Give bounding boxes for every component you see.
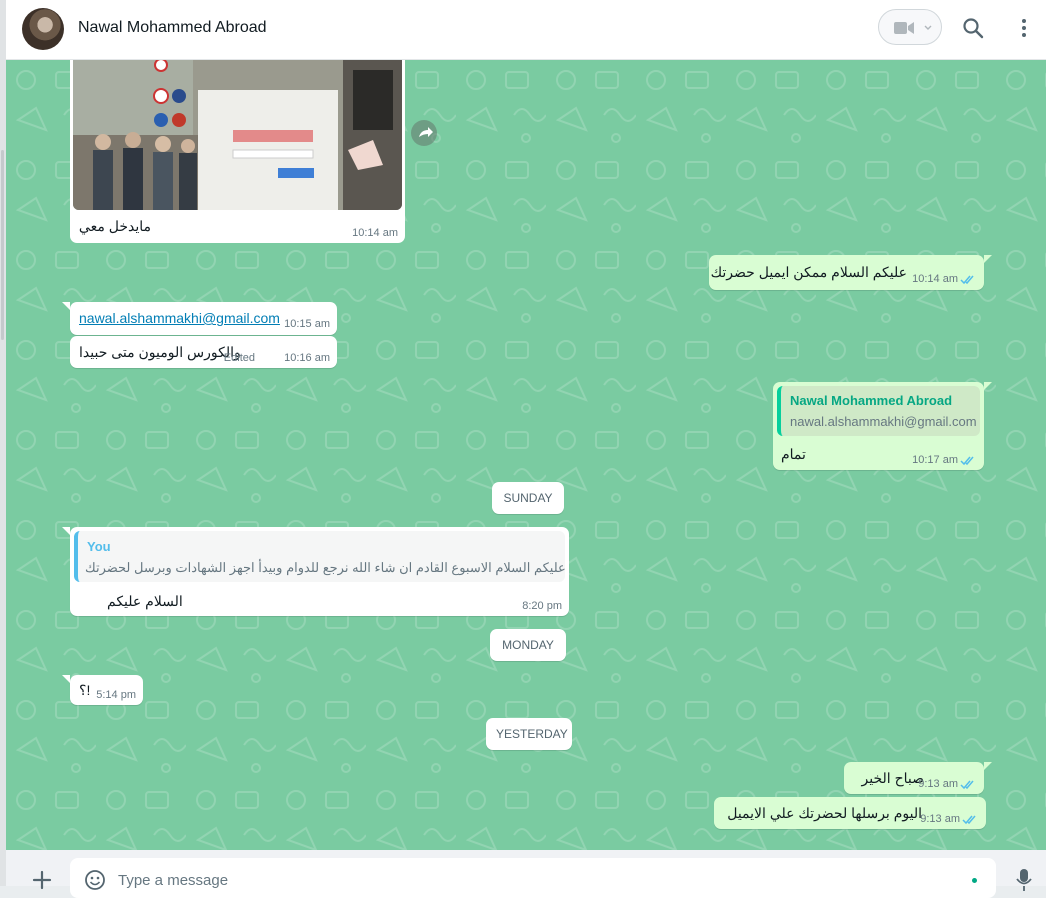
message-text: عليكم السلام ممكن ايميل حضرتك [710,264,907,280]
message-photo[interactable] [73,60,402,210]
message-text: صباح الخير [861,770,924,786]
menu-icon[interactable] [1012,16,1036,40]
quoted-sender: Nawal Mohammed Abroad [790,393,953,408]
video-camera-icon [894,22,914,34]
incoming-message[interactable]: والكورس الوميون متى حبيدا Edited 10:16 a… [70,336,337,368]
date-divider: YESTERDAY [486,718,572,750]
image-caption: مايدخل معي [78,218,151,234]
outgoing-reply-message[interactable]: Nawal Mohammed Abroad nawal.alshammakhi@… [773,382,992,470]
message-text: والكورس الوميون متى حبيدا [79,344,241,360]
quoted-text: عليكم السلام الاسبوع القادم ان شاء الله … [85,560,566,575]
outgoing-message[interactable]: صباح الخير 9:13 am [844,762,992,794]
photo-content [73,60,402,210]
double-check-icon [960,456,974,466]
bubble-tail [984,762,992,770]
message-time: 10:17 am [912,454,958,466]
message-time: 10:16 am [284,352,330,364]
bubble-tail [62,302,70,310]
message-input-box[interactable] [70,858,996,898]
video-call-button[interactable] [878,9,942,45]
quoted-sender: You [87,539,111,554]
forward-button[interactable] [411,120,437,146]
chat-app: Nawal Mohammed Abroad مايدخل معي 10:14 a… [6,0,1046,898]
bubble-tail [984,382,992,390]
contact-name[interactable]: Nawal Mohammed Abroad [78,19,267,37]
double-check-icon [960,780,974,790]
status-dot [972,878,977,883]
message-text: السلام عليكم [107,593,183,609]
chevron-down-icon [924,25,932,30]
double-check-icon [962,815,976,825]
search-icon[interactable] [961,16,985,40]
message-time: 9:13 am [920,813,960,825]
forward-icon [419,127,433,137]
quoted-text: nawal.alshammakhi@gmail.com [790,414,977,429]
message-time: 5:14 pm [96,689,136,701]
outgoing-message[interactable]: اليوم برسلها لحضرتك علي الايميل 9:13 am [714,797,986,829]
date-divider: MONDAY [490,629,566,661]
quoted-message[interactable]: You عليكم السلام الاسبوع القادم ان شاء ا… [74,531,566,582]
message-time: 10:14 am [352,227,398,239]
emoji-icon[interactable] [84,869,106,891]
scrollbar-grip[interactable] [1,150,4,340]
contact-avatar[interactable] [22,8,64,50]
bubble-tail [62,675,70,683]
double-check-icon [960,275,974,285]
message-text: تمام [781,446,806,462]
image-message[interactable]: مايدخل معي 10:14 am [70,60,405,243]
message-text: اليوم برسلها لحضرتك علي الايميل [727,805,922,821]
message-composer [6,850,1046,898]
quoted-message[interactable]: Nawal Mohammed Abroad nawal.alshammakhi@… [777,386,980,436]
message-input[interactable] [116,868,920,892]
message-time: 10:15 am [284,318,330,330]
outgoing-message[interactable]: عليكم السلام ممكن ايميل حضرتك 10:14 am [709,255,992,290]
bubble-tail [984,255,992,263]
mic-icon[interactable] [1014,868,1034,892]
message-time: 9:13 am [918,778,958,790]
date-divider: SUNDAY [492,482,564,514]
message-text: ؟! [79,682,91,698]
chat-area[interactable]: مايدخل معي 10:14 am عليكم السلام ممكن اي… [6,60,1046,850]
edited-label: Edited [223,352,255,364]
bubble-tail [62,527,70,535]
message-time: 8:20 pm [522,600,562,612]
chat-header: Nawal Mohammed Abroad [6,0,1046,60]
email-link[interactable]: nawal.alshammakhi@gmail.com [79,310,280,326]
message-time: 10:14 am [912,273,958,285]
incoming-reply-message[interactable]: You عليكم السلام الاسبوع القادم ان شاء ا… [62,527,569,616]
plus-icon[interactable] [30,868,54,892]
incoming-message[interactable]: nawal.alshammakhi@gmail.com 10:15 am [62,302,337,335]
incoming-message[interactable]: ؟! 5:14 pm [62,675,143,705]
